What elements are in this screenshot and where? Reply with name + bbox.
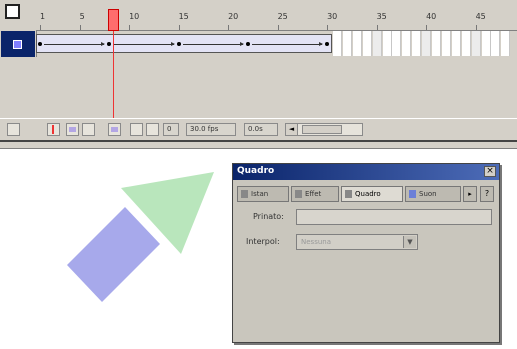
- tween-select[interactable]: Nessuna ▼: [296, 234, 418, 250]
- arrow-body: [67, 207, 160, 302]
- frame-cell[interactable]: [352, 31, 362, 56]
- playhead-marker[interactable]: [108, 9, 119, 31]
- ruler-label: 1: [40, 12, 46, 21]
- layer-visibility-toggle[interactable]: [5, 4, 20, 19]
- frame-cell[interactable]: [461, 31, 471, 56]
- elapsed-time-field: 0.0s: [244, 123, 278, 136]
- tab-label: Effet: [305, 190, 322, 198]
- playhead-line: [113, 31, 114, 119]
- panel-tabs: Istan Effet Quadro Suon ▸ ?: [237, 186, 497, 202]
- chevron-down-icon[interactable]: ▼: [403, 236, 416, 248]
- tab-label: Quadro: [355, 190, 381, 198]
- frame-cell[interactable]: [451, 31, 461, 56]
- ruler-tick: [129, 25, 131, 30]
- layer-column: [0, 0, 37, 118]
- effect-icon: [295, 190, 302, 198]
- layer-row-selected[interactable]: [1, 31, 35, 57]
- ruler-tick: [40, 25, 41, 30]
- current-frame-field: 0: [163, 123, 179, 136]
- scrollbar-thumb[interactable]: [302, 125, 342, 134]
- timeline-horizontal-scrollbar[interactable]: ◄: [285, 123, 363, 136]
- frame-label-input[interactable]: [296, 209, 492, 225]
- frame-view-button[interactable]: [146, 123, 159, 136]
- center-frame-button[interactable]: [47, 123, 60, 136]
- layer-color-swatch: [13, 40, 22, 49]
- frame-rate-field: 30.0 fps: [186, 123, 236, 136]
- frame-icon: [345, 190, 352, 198]
- tab-istanza[interactable]: Istan: [237, 186, 289, 202]
- help-icon[interactable]: ?: [480, 186, 494, 202]
- ruler-tick: [277, 25, 279, 30]
- frame-properties-panel: Quadro × Istan Effet Quadro Suon ▸ ? Pri…: [232, 163, 500, 343]
- frame-cell[interactable]: [362, 31, 372, 56]
- frame-cell[interactable]: [333, 31, 342, 56]
- tween-arrow: [251, 42, 324, 46]
- frame-cell[interactable]: [501, 31, 511, 56]
- sound-icon: [409, 190, 416, 198]
- keyframe-dot[interactable]: [176, 42, 181, 46]
- tween-arrow: [44, 42, 106, 46]
- panel-title: Quadro: [237, 166, 275, 176]
- ruler-label: 10: [129, 12, 140, 21]
- timeline-empty-area: [36, 57, 517, 118]
- frame-cell[interactable]: [392, 31, 402, 56]
- frame-cell[interactable]: [432, 31, 441, 56]
- frame-cell[interactable]: [382, 31, 392, 56]
- tab-label: Suon: [419, 190, 437, 198]
- edit-multiple-frames-button[interactable]: [108, 123, 121, 136]
- ruler-tick: [376, 25, 378, 30]
- frame-cell[interactable]: [491, 31, 501, 56]
- frame-cell[interactable]: [471, 31, 481, 56]
- ruler-label: 40: [426, 12, 437, 21]
- panel-titlebar[interactable]: Quadro ×: [233, 164, 499, 180]
- tab-menu-arrow-icon[interactable]: ▸: [463, 186, 477, 202]
- frame-label-caption: Prinato:: [253, 212, 284, 221]
- ruler-tick: [79, 25, 81, 30]
- tween-caption: Interpol:: [246, 237, 280, 246]
- motion-tween-span[interactable]: [36, 34, 332, 53]
- frame-cell[interactable]: [372, 31, 382, 56]
- frame-track[interactable]: [36, 31, 517, 57]
- tab-quadro[interactable]: Quadro: [341, 186, 403, 202]
- keyframe-dot[interactable]: [107, 42, 112, 46]
- frame-cell[interactable]: [402, 31, 412, 56]
- close-icon[interactable]: ×: [484, 166, 496, 177]
- ruler-label: 45: [475, 12, 486, 21]
- onion-skin-button[interactable]: [66, 123, 79, 136]
- frame-cell[interactable]: [342, 31, 352, 56]
- ruler-label: 35: [376, 12, 387, 21]
- instance-icon: [241, 190, 248, 198]
- ruler-label: 5: [79, 12, 85, 21]
- timeline-stage-divider[interactable]: [0, 140, 517, 149]
- tab-label: Istan: [251, 190, 269, 198]
- modify-onion-markers-button[interactable]: [130, 123, 143, 136]
- keyframe-dot[interactable]: [245, 42, 250, 46]
- frame-cell[interactable]: [412, 31, 422, 56]
- tab-effetto[interactable]: Effet: [291, 186, 339, 202]
- tween-arrow: [182, 42, 245, 46]
- timeline-status-bar: 0 30.0 fps 0.0s ◄: [0, 118, 517, 141]
- ruler-tick: [228, 25, 230, 30]
- ruler-tick: [426, 25, 428, 30]
- ruler-label: 20: [228, 12, 239, 21]
- frame-cell[interactable]: [422, 31, 432, 56]
- keyframe-dot[interactable]: [325, 42, 330, 46]
- scroll-left-arrow-icon[interactable]: ◄: [286, 124, 298, 135]
- frame-cell[interactable]: [481, 31, 491, 56]
- ruler-tick: [327, 25, 329, 30]
- ruler-label: 25: [277, 12, 288, 21]
- ruler-tick: [475, 25, 477, 30]
- ruler-tick: [178, 25, 180, 30]
- tween-arrow: [113, 42, 175, 46]
- onion-outline-button[interactable]: [82, 123, 95, 136]
- tab-suono[interactable]: Suon: [405, 186, 461, 202]
- timeline-panel: 1 5 10 15 20 25 30 35 40 45 0 30.0 fps 0.0s ◄: [0, 0, 517, 149]
- add-layer-icon[interactable]: [7, 123, 20, 136]
- frame-cell[interactable]: [441, 31, 451, 56]
- tween-select-value: Nessuna: [301, 238, 331, 246]
- ruler-label: 15: [178, 12, 189, 21]
- keyframe-dot[interactable]: [38, 42, 42, 46]
- ruler-label: 30: [327, 12, 338, 21]
